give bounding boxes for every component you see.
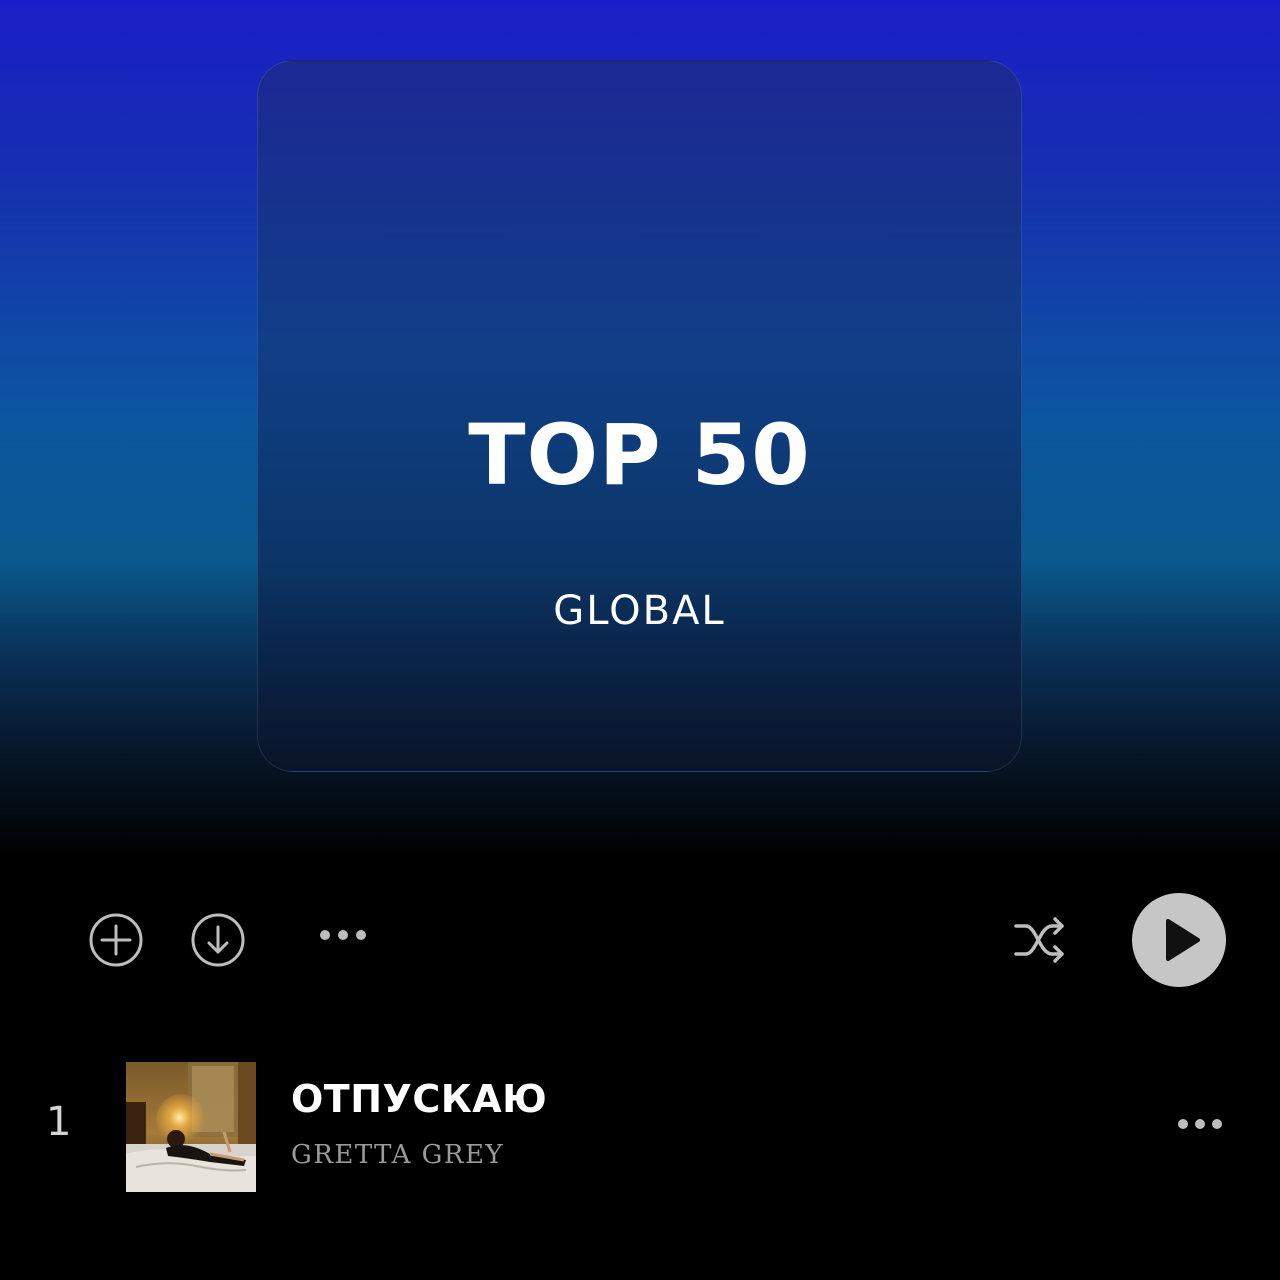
track-number: 1 [46,1099,72,1145]
track-more-icon[interactable] [1176,1115,1224,1133]
track-artist[interactable]: GRETTA GREY [291,1142,504,1168]
playlist-cover[interactable]: TOP 50 GLOBAL [257,60,1022,772]
plus-circle-icon[interactable] [88,912,144,968]
shuffle-icon[interactable] [1012,914,1068,966]
download-circle-icon[interactable] [190,912,246,968]
album-cover-image [126,1062,256,1192]
track-row[interactable]: 1 ОТПУСКАЮ GRETTA GREY [0,1060,1280,1194]
playlist-screen: TOP 50 GLOBAL 1 ОТПУСКАЮ GRETTA GREY [0,0,1280,1280]
track-title: ОТПУСКАЮ [291,1077,548,1121]
play-button[interactable] [1131,892,1227,988]
cover-subtitle: GLOBAL [553,588,726,634]
cover-title: TOP 50 [468,406,811,504]
more-horizontal-icon[interactable] [318,926,368,944]
